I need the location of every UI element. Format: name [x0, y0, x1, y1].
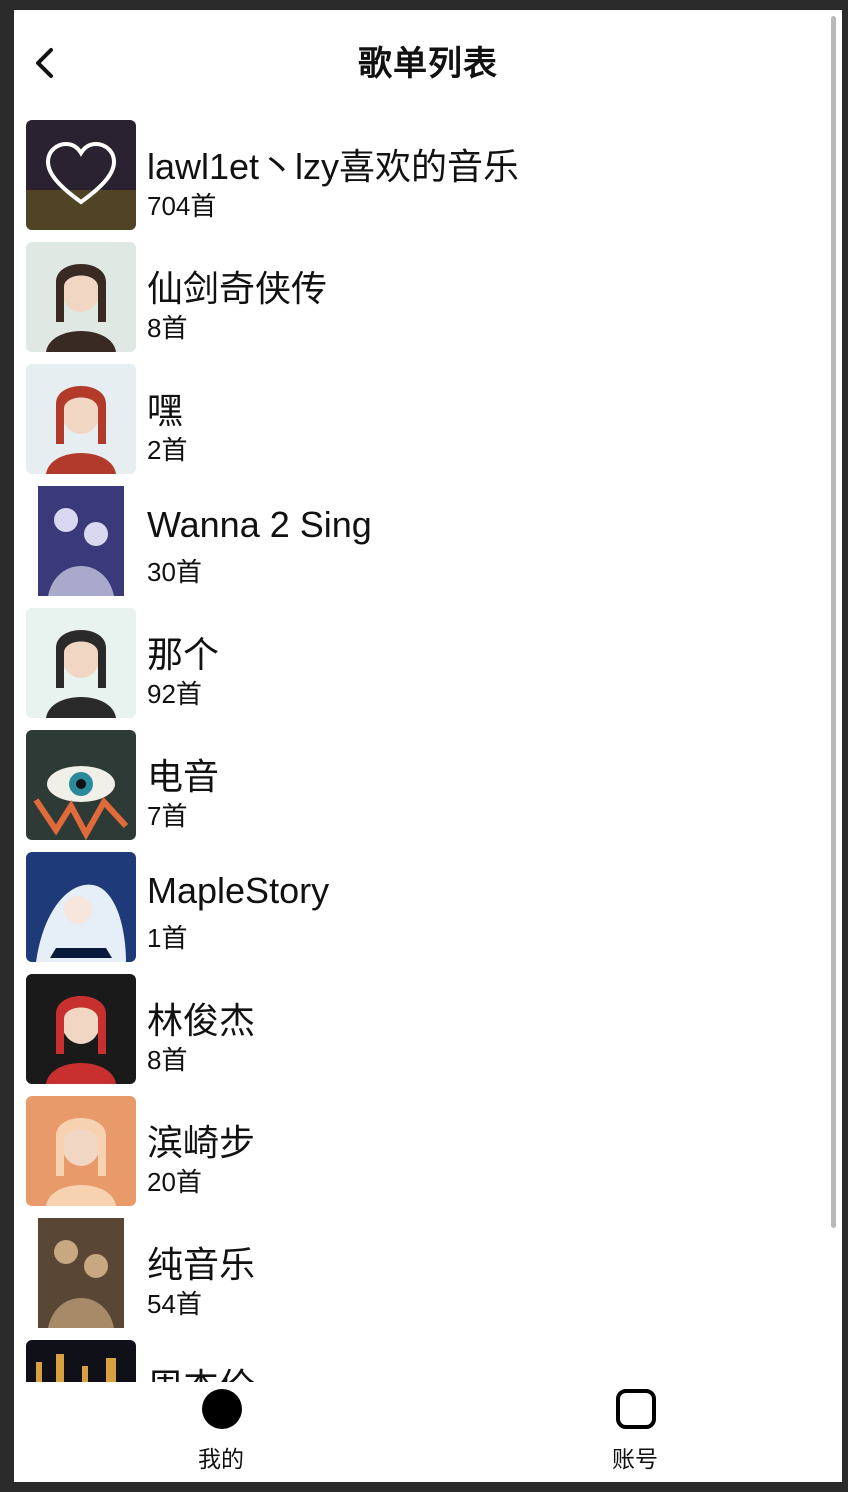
playlist-row[interactable]: 林俊杰 8首 [26, 974, 826, 1084]
playlist-cover [26, 1340, 136, 1382]
playlist-name: 嘿 [147, 390, 184, 431]
playlist-cover [26, 120, 136, 230]
playlist-track-count: 704首 [147, 191, 217, 221]
rounded-square-icon [616, 1389, 656, 1429]
playlist-row[interactable]: 周杰伦 [26, 1340, 826, 1382]
playlist-track-count: 54首 [147, 1289, 202, 1319]
tab-account[interactable]: 账号 [575, 1382, 695, 1482]
playlist-cover [26, 852, 136, 962]
playlist-row[interactable]: 那个 92首 [26, 608, 826, 718]
playlist-list[interactable]: lawl1et丶lzy喜欢的音乐 704首 仙剑奇侠传 8首 嘿 2首 Wanna 2… [14, 114, 842, 1382]
playlist-cover [26, 1218, 136, 1328]
playlist-name: Wanna 2 Sing [147, 504, 372, 545]
playlist-track-count: 92首 [147, 679, 202, 709]
header: 歌单列表 [14, 10, 842, 110]
playlist-row[interactable]: Wanna 2 Sing 30首 [26, 486, 826, 596]
playlist-row[interactable]: 滨崎步 20首 [26, 1096, 826, 1206]
playlist-track-count: 2首 [147, 435, 188, 465]
playlist-row[interactable]: MapleStory 1首 [26, 852, 826, 962]
playlist-name: 那个 [147, 634, 220, 675]
playlist-track-count: 20首 [147, 1167, 202, 1197]
playlist-name: 滨崎步 [147, 1122, 256, 1163]
playlist-name: MapleStory [147, 870, 330, 911]
playlist-cover [26, 974, 136, 1084]
scrollbar[interactable] [831, 16, 836, 1228]
playlist-name: lawl1et丶lzy喜欢的音乐 [147, 146, 520, 187]
playlist-cover [26, 364, 136, 474]
playlist-row[interactable]: 嘿 2首 [26, 364, 826, 474]
playlist-name: 电音 [147, 756, 220, 797]
playlist-cover [26, 486, 136, 596]
tab-mine[interactable]: 我的 [161, 1382, 281, 1482]
filled-circle-icon [202, 1389, 242, 1429]
app-screen: 歌单列表 lawl1et丶lzy喜欢的音乐 704首 仙剑奇侠传 8首 嘿 2首 Wa… [14, 10, 842, 1482]
playlist-track-count: 8首 [147, 313, 188, 343]
playlist-track-count: 30首 [147, 557, 202, 587]
playlist-row[interactable]: 纯音乐 54首 [26, 1218, 826, 1328]
playlist-track-count: 7首 [147, 801, 188, 831]
playlist-name: 纯音乐 [147, 1244, 256, 1285]
playlist-name: 周杰伦 [147, 1358, 255, 1382]
playlist-track-count: 8首 [147, 1045, 188, 1075]
playlist-track-count: 1首 [147, 923, 188, 953]
playlist-name: 林俊杰 [147, 1000, 256, 1041]
playlist-cover [26, 1096, 136, 1206]
playlist-cover [26, 730, 136, 840]
playlist-cover [26, 242, 136, 352]
tab-account-label: 账号 [612, 1446, 658, 1472]
page-title: 歌单列表 [358, 45, 498, 83]
playlist-row[interactable]: lawl1et丶lzy喜欢的音乐 704首 [26, 120, 826, 230]
tab-bar: 我的 账号 [14, 1382, 842, 1482]
playlist-cover [26, 608, 136, 718]
playlist-row[interactable]: 仙剑奇侠传 8首 [26, 242, 826, 352]
playlist-name: 仙剑奇侠传 [147, 268, 328, 309]
playlist-row[interactable]: 电音 7首 [26, 730, 826, 840]
tab-mine-label: 我的 [198, 1446, 244, 1472]
